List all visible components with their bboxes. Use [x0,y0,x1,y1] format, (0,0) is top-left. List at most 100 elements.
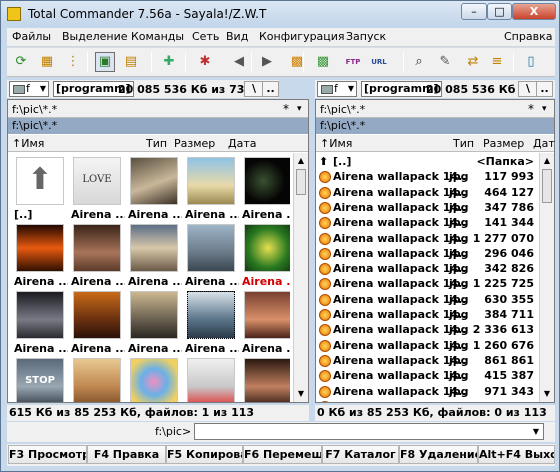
thumbnail-item[interactable]: Airena ... [126,224,183,291]
multi-rename-icon[interactable]: ✎ [435,52,455,72]
notepad-icon[interactable]: ▯ [521,52,541,72]
back-icon[interactable]: ◀ [229,52,249,72]
file-row[interactable]: ⬆ [..] <Папка> [316,154,536,169]
left-col-size[interactable]: Размер [174,137,215,150]
right-col-size[interactable]: Размер [483,137,524,150]
thumbnail-item[interactable]: ⬆ [..] [12,157,69,224]
file-row[interactable]: Airena wallapack 14.. jpg 415 387 [316,368,536,383]
f6-move-button[interactable]: F6 Перемещение [243,445,322,464]
left-drive-select[interactable]: f ▼ [9,81,49,97]
thumbnail-item[interactable]: Airena ... [126,157,183,224]
command-line-input[interactable]: ▼ [194,423,544,440]
thumbnails-view-icon[interactable]: ▣ [95,52,115,72]
unpack-icon[interactable]: ▩ [313,52,333,72]
file-row[interactable]: Airena wallapack 14.. jpg 117 993 [316,169,536,184]
find-icon[interactable]: ⌕ [409,52,429,72]
thumbnail-item[interactable]: Airena ... [183,291,240,358]
app-icon[interactable] [7,7,21,21]
scroll-up-icon[interactable]: ▲ [294,153,308,168]
tree-view-icon[interactable]: ▤ [121,52,141,72]
scroll-down-icon[interactable]: ▼ [294,386,308,401]
url-connect-icon[interactable]: URL [369,52,389,72]
ftp-connect-icon[interactable]: FTP [343,52,363,72]
file-row[interactable]: Airena wallapack 14.. jpg 630 355 [316,292,536,307]
sync-dirs-icon[interactable]: ⇄ [463,52,483,72]
file-row[interactable]: Airena wallapack 14.. jpg 464 127 [316,185,536,200]
left-col-name[interactable]: ↑Имя [12,137,44,150]
scroll-up-icon[interactable]: ▲ [540,153,554,168]
select-files-icon[interactable]: ✱ [195,52,215,72]
thumbnail-item[interactable]: Airena ... [183,157,240,224]
thumbnail-item[interactable]: Airena ... [12,291,69,358]
thumbnail-item[interactable]: Airena ... [240,291,290,358]
thumbnail-item[interactable]: Airena ... [183,224,240,291]
file-row[interactable]: Airena wallapack 14.. jpg 971 343 [316,384,536,399]
file-row[interactable]: Airena wallapack 14.. jpg 141 344 [316,215,536,230]
left-scrollbar[interactable]: ▲ ▼ [293,153,308,402]
menu-selection[interactable]: Выделение [62,30,128,43]
file-row[interactable]: Airena wallapack 14.. jpg 384 711 [316,307,536,322]
left-history-chevron-icon[interactable]: ▾ [297,104,302,114]
pack-icon[interactable]: ▩ [287,52,307,72]
menu-help[interactable]: Справка [504,30,552,43]
left-col-type[interactable]: Тип [146,137,167,150]
right-col-type[interactable]: Тип [453,137,474,150]
right-col-name[interactable]: ↑Имя [320,137,352,150]
close-button[interactable]: X [512,3,556,20]
menu-commands[interactable]: Команды [131,30,184,43]
title-bar[interactable]: Total Commander 7.56a - Sayala!/Z.W.T – … [1,1,559,27]
chevron-down-icon[interactable]: ▼ [533,424,539,439]
file-row[interactable]: Airena wallapack 14.. jpg 342 826 [316,261,536,276]
file-row[interactable]: Airena wallapack 14.. jpg 2 336 613 [316,322,536,337]
right-path-bar[interactable]: f:\pic\*.* [316,118,554,134]
compare-files-icon[interactable]: ≡ [487,52,507,72]
menu-view[interactable]: Вид [226,30,248,43]
thumbnail-item[interactable]: Airena ... [69,291,126,358]
minimize-button[interactable]: – [461,3,487,20]
right-drive-select[interactable]: f ▼ [317,81,357,97]
left-col-date[interactable]: Дата [228,137,256,150]
refresh-icon[interactable]: ⟳ [11,52,31,72]
thumbnail-item[interactable]: STOPAirena ... [12,358,69,402]
f7-mkdir-button[interactable]: F7 Каталог [322,445,399,464]
thumbnail-item[interactable]: Airena ... [126,358,183,402]
left-scroll-thumb[interactable] [296,169,306,195]
left-parent-button[interactable]: .. [262,81,279,97]
thumbnail-item[interactable]: Airena ... [12,224,69,291]
right-history-chevron-icon[interactable]: ▾ [542,104,547,114]
f5-copy-button[interactable]: F5 Копирование [166,445,243,464]
left-folder-tab[interactable]: f:\pic\*.* [12,103,57,116]
thumbnail-item[interactable]: Airena ... [240,157,290,224]
thumbnail-item[interactable]: Airena ... [69,224,126,291]
menu-net[interactable]: Сеть [192,30,219,43]
file-row[interactable]: Airena wallapack 14.. jpg 861 861 [316,353,536,368]
maximize-button[interactable]: □ [487,3,512,20]
file-row[interactable]: Airena wallapack 14.. jpg 1 225 725 [316,276,536,291]
right-filter-star[interactable]: * [528,102,534,116]
thumbnail-item[interactable]: Airena ... [69,358,126,402]
brief-view-icon[interactable]: ▦ [37,52,57,72]
right-parent-button[interactable]: .. [536,81,553,97]
thumbnail-item[interactable]: Airena ... [240,224,290,291]
f8-delete-button[interactable]: F8 Удаление [399,445,478,464]
left-path-bar[interactable]: f:\pic\*.* [8,118,308,134]
right-scroll-thumb[interactable] [542,169,552,203]
file-row[interactable]: Airena wallapack 14..jpg 826 448 [316,399,536,402]
invert-selection-icon[interactable]: ✚ [159,52,179,72]
right-folder-tab[interactable]: f:\pic\*.* [320,103,365,116]
menu-configuration[interactable]: Конфигурация [259,30,345,43]
forward-icon[interactable]: ▶ [257,52,277,72]
right-scrollbar[interactable]: ▲ ▼ [539,153,554,402]
thumbnail-item[interactable]: Airena ... [183,358,240,402]
left-root-button[interactable]: \ [244,81,264,97]
file-row[interactable]: Airena wallapack 14.. jpg 1 260 676 [316,338,536,353]
menu-start[interactable]: Запуск [346,30,386,43]
right-root-button[interactable]: \ [518,81,538,97]
thumbnail-item[interactable]: LOVE Airena ... [69,157,126,224]
f4-edit-button[interactable]: F4 Правка [87,445,166,464]
menu-files[interactable]: Файлы [12,30,51,43]
alt-f4-exit-button[interactable]: Alt+F4 Выход [478,445,555,464]
file-row[interactable]: Airena wallapack 14.. jpg 347 786 [316,200,536,215]
thumbnail-item[interactable]: Airena ... [126,291,183,358]
file-row[interactable]: Airena wallapack 14.. jpg 1 277 070 [316,231,536,246]
